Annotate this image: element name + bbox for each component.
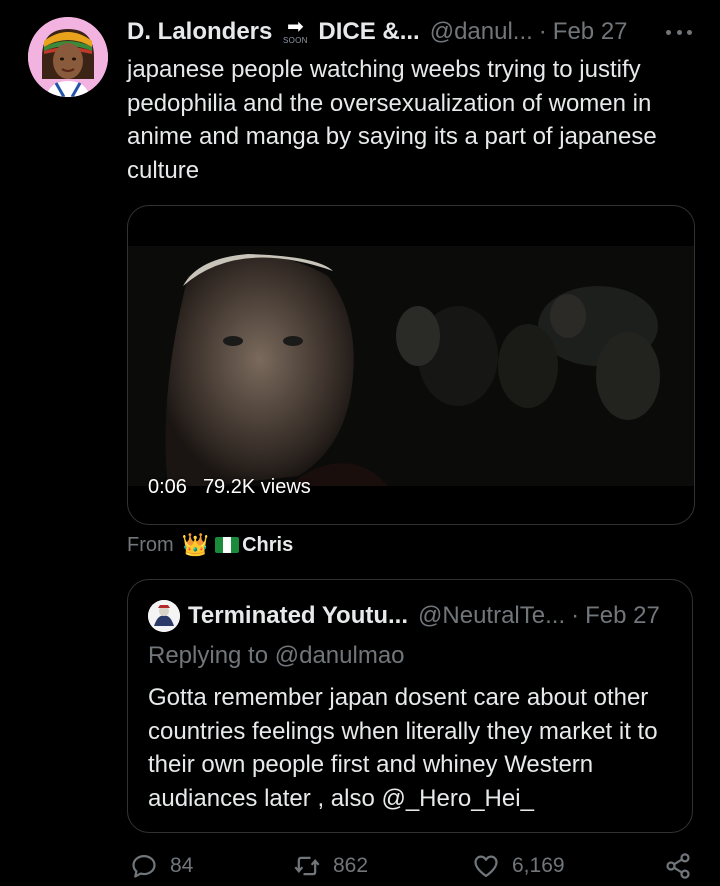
author-name[interactable]: D. Lalonders [127, 18, 272, 46]
from-attribution: From 👑 Chris [127, 530, 293, 560]
from-label: From [127, 533, 174, 556]
author-avatar[interactable] [28, 17, 108, 97]
quote-date[interactable]: Feb 27 [585, 602, 660, 630]
quote-text: Gotta remember japan dosent care about o… [148, 684, 658, 812]
quote-author-avatar[interactable] [148, 600, 180, 632]
soon-badge: SOON [282, 36, 308, 45]
retweet-count: 862 [333, 854, 369, 877]
reply-icon [132, 854, 156, 878]
action-bar: 84 862 6,169 [130, 852, 695, 886]
video-views: 79.2K views [202, 475, 311, 498]
retweet-button[interactable]: 862 [293, 852, 368, 880]
like-icon [474, 855, 498, 878]
crown-icon: 👑 [181, 532, 210, 557]
avatar-illustration [28, 17, 108, 97]
replying-to[interactable]: Replying to @danulmao [148, 642, 405, 670]
quote-avatar-illustration [148, 600, 180, 632]
retweet-icon [294, 856, 320, 876]
tweet: D. Lalonders ➡ SOON DICE &... @danul... … [0, 0, 720, 886]
reply-button[interactable]: 84 [130, 852, 193, 880]
quote-author-name[interactable]: Terminated Youtu... [188, 602, 408, 630]
separator: · [538, 18, 547, 45]
share-icon [666, 853, 690, 879]
tweet-date[interactable]: Feb 27 [553, 18, 628, 46]
author-name-suffix[interactable]: DICE &... [318, 18, 419, 46]
tweet-text: japanese people watching weebs trying to… [127, 56, 657, 184]
reply-count: 84 [170, 854, 194, 877]
like-count: 6,169 [512, 854, 565, 877]
share-button[interactable] [664, 852, 692, 880]
arrow-icon: ➡ SOON [282, 16, 308, 45]
author-handle[interactable]: @danul... [430, 18, 533, 46]
tweet-header: D. Lalonders ➡ SOON DICE &... @danul... … [127, 14, 697, 50]
quoted-tweet[interactable]: Terminated Youtu... @NeutralTe... · Feb … [127, 579, 693, 833]
quote-header: Terminated Youtu... @NeutralTe... · Feb … [188, 599, 678, 633]
video-thumbnail[interactable] [128, 246, 694, 486]
from-name[interactable]: Chris [242, 534, 293, 557]
more-icon[interactable] [666, 30, 692, 36]
quote-separator: · [571, 602, 580, 629]
quote-author-handle[interactable]: @NeutralTe... [418, 602, 565, 630]
like-button[interactable]: 6,169 [472, 852, 565, 880]
video-meta: 0:06 79.2K views [148, 472, 311, 502]
video-scene [128, 246, 694, 486]
flag-icon [215, 537, 240, 553]
video-duration: 0:06 [148, 475, 187, 498]
video-player[interactable]: 0:06 79.2K views [127, 205, 695, 525]
